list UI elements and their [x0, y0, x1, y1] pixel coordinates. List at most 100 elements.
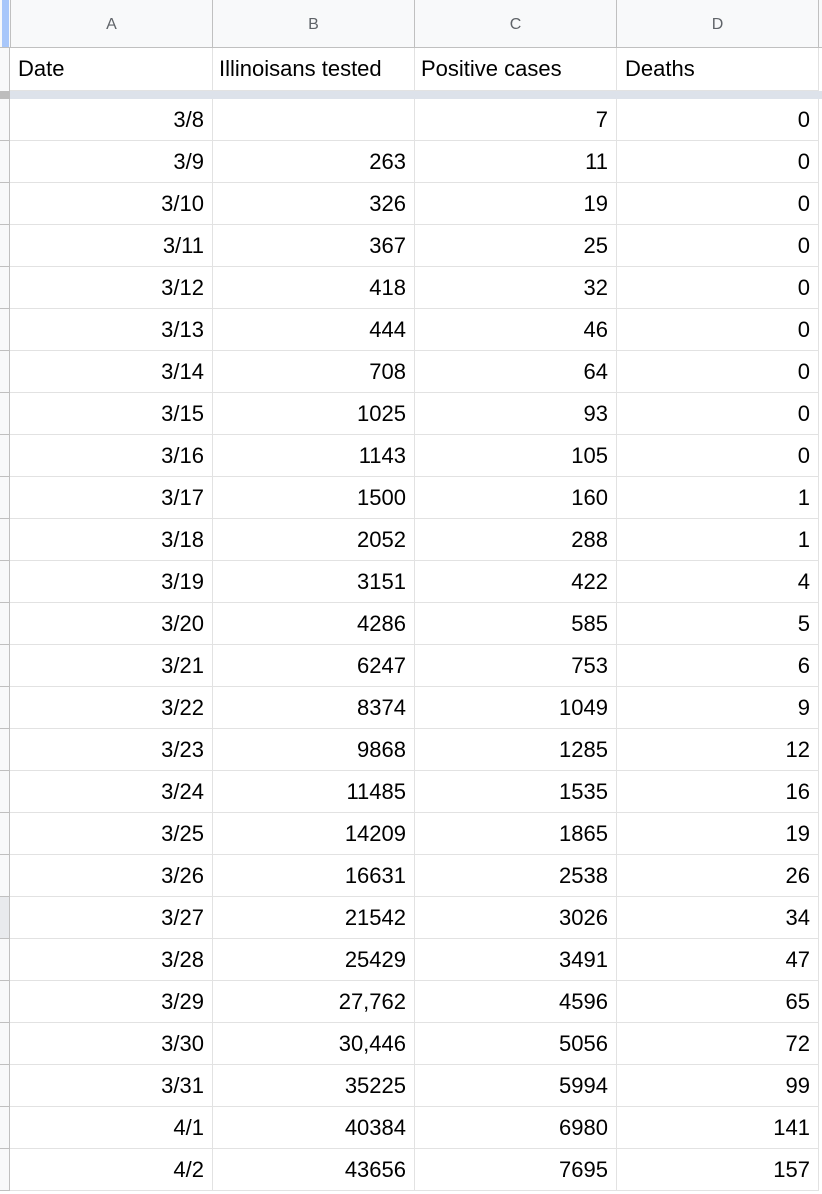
cell-deaths[interactable]: 0	[617, 267, 819, 309]
cell-positive[interactable]: 1535	[415, 771, 617, 813]
header-positive[interactable]: Positive cases	[415, 48, 617, 91]
cell-date[interactable]: 3/30	[10, 1023, 213, 1065]
cell-date[interactable]: 3/18	[10, 519, 213, 561]
cell-positive[interactable]: 585	[415, 603, 617, 645]
cell-positive[interactable]: 288	[415, 519, 617, 561]
row-header[interactable]	[0, 855, 10, 897]
cell-positive[interactable]: 7695	[415, 1149, 617, 1191]
row-header[interactable]	[0, 225, 10, 267]
row-header[interactable]	[0, 645, 10, 687]
cell-positive[interactable]: 753	[415, 645, 617, 687]
cell-positive[interactable]: 1285	[415, 729, 617, 771]
cell-tested[interactable]: 9868	[213, 729, 415, 771]
select-all-corner[interactable]	[0, 0, 11, 47]
cell-tested[interactable]: 1500	[213, 477, 415, 519]
cell-date[interactable]: 3/19	[10, 561, 213, 603]
row-header[interactable]	[0, 519, 10, 561]
cell-tested[interactable]: 8374	[213, 687, 415, 729]
cell-tested[interactable]: 35225	[213, 1065, 415, 1107]
cell-tested[interactable]: 2052	[213, 519, 415, 561]
row-header[interactable]	[0, 771, 10, 813]
cell-tested[interactable]: 367	[213, 225, 415, 267]
cell-date[interactable]: 3/25	[10, 813, 213, 855]
cell-positive[interactable]: 11	[415, 141, 617, 183]
cell-deaths[interactable]: 4	[617, 561, 819, 603]
cell-date[interactable]: 3/23	[10, 729, 213, 771]
cell-deaths[interactable]: 1	[617, 519, 819, 561]
cell-positive[interactable]: 64	[415, 351, 617, 393]
cell-deaths[interactable]: 16	[617, 771, 819, 813]
column-header-a[interactable]: A	[11, 0, 213, 47]
cell-deaths[interactable]: 0	[617, 225, 819, 267]
cell-tested[interactable]	[213, 99, 415, 141]
cell-deaths[interactable]: 65	[617, 981, 819, 1023]
cell-positive[interactable]: 6980	[415, 1107, 617, 1149]
cell-positive[interactable]: 46	[415, 309, 617, 351]
cell-date[interactable]: 3/11	[10, 225, 213, 267]
row-header[interactable]	[0, 435, 10, 477]
cell-date[interactable]: 4/2	[10, 1149, 213, 1191]
cell-tested[interactable]: 444	[213, 309, 415, 351]
cell-date[interactable]: 3/27	[10, 897, 213, 939]
cell-deaths[interactable]: 0	[617, 435, 819, 477]
cell-date[interactable]: 3/21	[10, 645, 213, 687]
cell-deaths[interactable]: 34	[617, 897, 819, 939]
cell-date[interactable]: 3/10	[10, 183, 213, 225]
row-header[interactable]	[0, 99, 10, 141]
cell-deaths[interactable]: 0	[617, 393, 819, 435]
cell-deaths[interactable]: 0	[617, 183, 819, 225]
cell-date[interactable]: 3/29	[10, 981, 213, 1023]
cell-tested[interactable]: 1025	[213, 393, 415, 435]
cell-positive[interactable]: 7	[415, 99, 617, 141]
column-header-d[interactable]: D	[617, 0, 819, 47]
cell-date[interactable]: 3/22	[10, 687, 213, 729]
header-deaths[interactable]: Deaths	[617, 48, 819, 91]
cell-positive[interactable]: 1865	[415, 813, 617, 855]
cell-tested[interactable]: 418	[213, 267, 415, 309]
cell-date[interactable]: 4/1	[10, 1107, 213, 1149]
cell-date[interactable]: 3/28	[10, 939, 213, 981]
row-header[interactable]	[0, 729, 10, 771]
cell-positive[interactable]: 4596	[415, 981, 617, 1023]
cell-deaths[interactable]: 157	[617, 1149, 819, 1191]
row-header[interactable]	[0, 1107, 10, 1149]
cell-tested[interactable]: 263	[213, 141, 415, 183]
cell-date[interactable]: 3/20	[10, 603, 213, 645]
cell-date[interactable]: 3/9	[10, 141, 213, 183]
cell-tested[interactable]: 21542	[213, 897, 415, 939]
cell-positive[interactable]: 32	[415, 267, 617, 309]
row-header[interactable]	[0, 687, 10, 729]
cell-positive[interactable]: 2538	[415, 855, 617, 897]
cell-deaths[interactable]: 1	[617, 477, 819, 519]
cell-deaths[interactable]: 9	[617, 687, 819, 729]
row-header[interactable]	[0, 183, 10, 225]
row-header[interactable]	[0, 561, 10, 603]
cell-tested[interactable]: 16631	[213, 855, 415, 897]
cell-date[interactable]: 3/15	[10, 393, 213, 435]
cell-deaths[interactable]: 26	[617, 855, 819, 897]
cell-positive[interactable]: 19	[415, 183, 617, 225]
row-header[interactable]	[0, 813, 10, 855]
cell-deaths[interactable]: 0	[617, 141, 819, 183]
cell-deaths[interactable]: 0	[617, 309, 819, 351]
row-header[interactable]	[0, 351, 10, 393]
header-tested[interactable]: Illinoisans tested	[213, 48, 415, 91]
cell-tested[interactable]: 11485	[213, 771, 415, 813]
cell-date[interactable]: 3/16	[10, 435, 213, 477]
cell-deaths[interactable]: 19	[617, 813, 819, 855]
row-header[interactable]	[0, 1065, 10, 1107]
column-header-c[interactable]: C	[415, 0, 617, 47]
row-header[interactable]	[0, 603, 10, 645]
cell-positive[interactable]: 160	[415, 477, 617, 519]
cell-positive[interactable]: 105	[415, 435, 617, 477]
row-header[interactable]	[0, 309, 10, 351]
cell-date[interactable]: 3/13	[10, 309, 213, 351]
row-header[interactable]	[0, 939, 10, 981]
row-header[interactable]	[0, 393, 10, 435]
cell-positive[interactable]: 25	[415, 225, 617, 267]
cell-tested[interactable]: 43656	[213, 1149, 415, 1191]
cell-positive[interactable]: 93	[415, 393, 617, 435]
cell-deaths[interactable]: 12	[617, 729, 819, 771]
cell-date[interactable]: 3/12	[10, 267, 213, 309]
cell-deaths[interactable]: 141	[617, 1107, 819, 1149]
